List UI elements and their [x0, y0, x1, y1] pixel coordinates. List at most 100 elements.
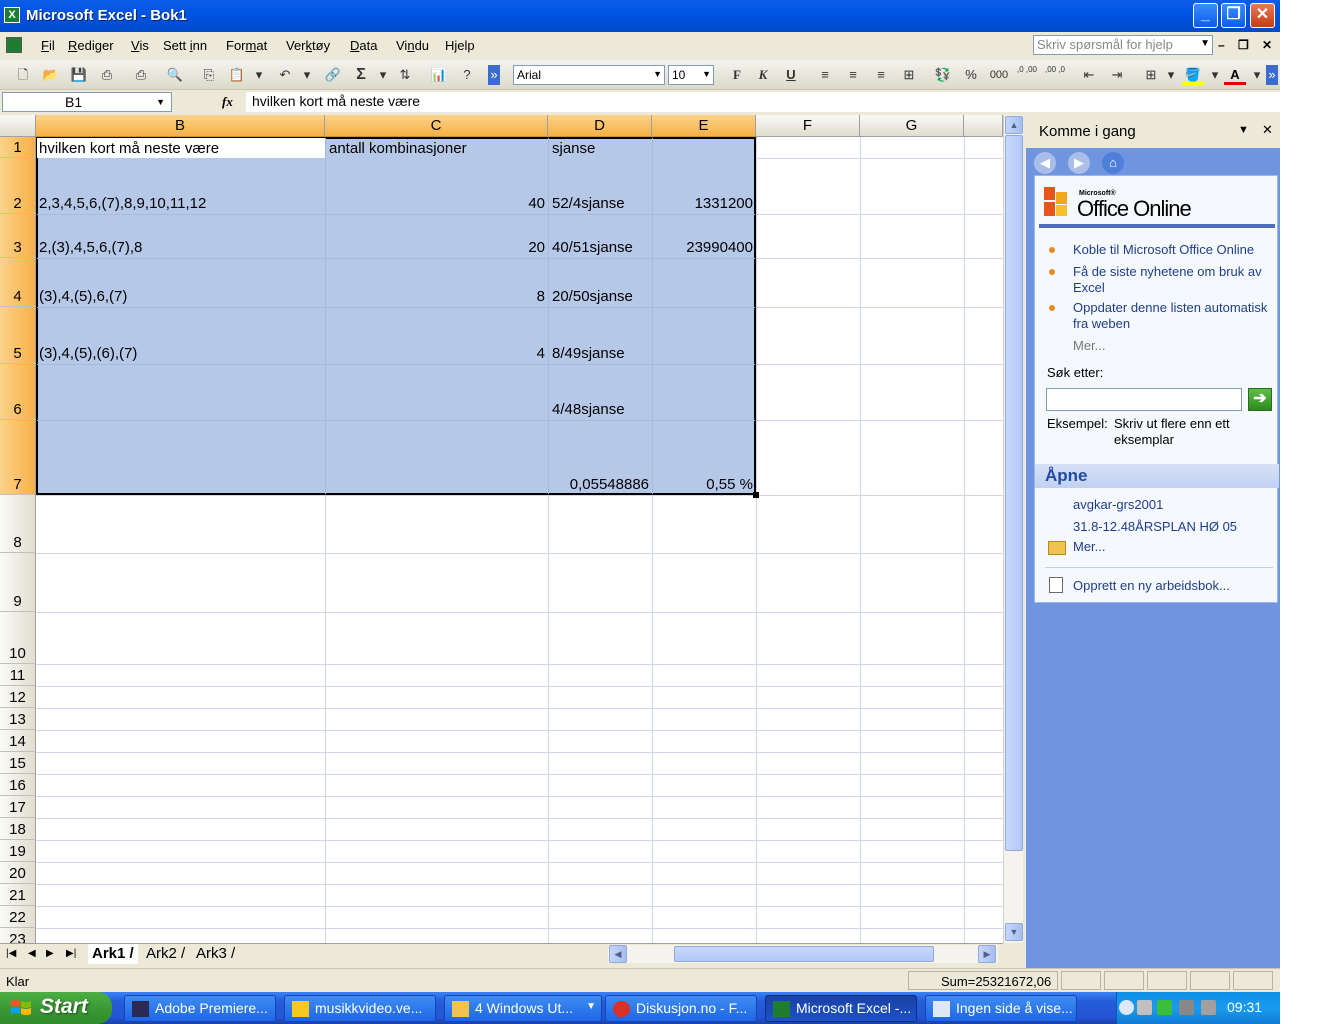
- thousands-button[interactable]: 000: [988, 65, 1010, 85]
- chevron-down-icon[interactable]: ▼: [586, 1001, 596, 1012]
- recent-file-2[interactable]: 31.8-12.48ÅRSPLAN HØ 05: [1073, 519, 1273, 535]
- menu-vindu[interactable]: Vindu: [396, 38, 429, 53]
- row-header[interactable]: 5: [0, 307, 36, 364]
- cell-d4[interactable]: 20/50sjanse: [552, 288, 633, 305]
- copy-icon[interactable]: ⎘: [198, 65, 220, 85]
- save-icon[interactable]: 💾: [68, 65, 90, 85]
- selection-range[interactable]: [36, 137, 756, 495]
- select-all-corner[interactable]: [0, 115, 36, 137]
- hyperlink-icon[interactable]: 🔗: [322, 65, 344, 85]
- row-header[interactable]: 17: [0, 796, 36, 818]
- column-header-d[interactable]: D: [548, 115, 652, 137]
- cell-d2[interactable]: 52/4sjanse: [552, 195, 625, 212]
- scroll-left-icon[interactable]: ◀: [609, 945, 627, 963]
- row-header[interactable]: 3: [0, 214, 36, 258]
- row-header[interactable]: 12: [0, 686, 36, 708]
- formula-input[interactable]: hvilken kort må neste være: [246, 92, 1280, 112]
- task-musikkvideo[interactable]: musikkvideo.ve...: [284, 995, 436, 1022]
- open-icon[interactable]: 📂: [40, 65, 62, 85]
- row-header[interactable]: 22: [0, 906, 36, 928]
- workbook-icon[interactable]: [6, 37, 22, 53]
- row-header[interactable]: 13: [0, 708, 36, 730]
- format-toolbar-options-icon[interactable]: »: [1266, 65, 1278, 85]
- close-button[interactable]: ✕: [1250, 3, 1275, 28]
- column-header-h[interactable]: [964, 115, 1003, 137]
- permission-icon[interactable]: ⎙: [96, 65, 118, 85]
- menu-data[interactable]: Data: [350, 38, 377, 53]
- scroll-down-icon[interactable]: ▼: [1005, 923, 1023, 941]
- chevron-down-icon[interactable]: ▼: [702, 69, 711, 79]
- sort-icon[interactable]: ⇅: [394, 65, 416, 85]
- sheet-tab-ark1[interactable]: Ark1 /: [88, 944, 138, 964]
- print-icon[interactable]: ⎙: [130, 65, 152, 85]
- column-header-f[interactable]: F: [756, 115, 860, 137]
- percent-button[interactable]: %: [960, 65, 982, 85]
- first-sheet-icon[interactable]: |◀: [6, 948, 16, 959]
- row-header[interactable]: 16: [0, 774, 36, 796]
- row-header[interactable]: 19: [0, 840, 36, 862]
- home-icon[interactable]: ⌂: [1102, 152, 1124, 174]
- cell-b4[interactable]: (3),4,(5),6,(7): [39, 288, 127, 305]
- cell-b1[interactable]: hvilken kort må neste være: [39, 140, 219, 157]
- cell-e2[interactable]: 1331200: [656, 195, 753, 212]
- increase-indent-icon[interactable]: ⇥: [1106, 65, 1128, 85]
- autosum-icon[interactable]: Σ: [350, 65, 372, 85]
- task-microsoft-excel[interactable]: Microsoft Excel -...: [765, 995, 917, 1022]
- start-button[interactable]: Start: [0, 992, 112, 1024]
- next-sheet-icon[interactable]: ▶: [46, 948, 54, 959]
- chevron-down-icon[interactable]: ▼: [156, 97, 165, 107]
- row-header[interactable]: 8: [0, 495, 36, 553]
- help-question-box[interactable]: Skriv spørsmål for hjelp ▼: [1033, 35, 1213, 55]
- menu-fil[interactable]: Fil: [41, 38, 55, 53]
- print-preview-icon[interactable]: 🔍: [164, 65, 186, 85]
- row-header[interactable]: 18: [0, 818, 36, 840]
- menu-rediger[interactable]: Rediger: [68, 38, 114, 53]
- column-header-e[interactable]: E: [652, 115, 756, 137]
- font-size-selector[interactable]: 10 ▼: [668, 65, 714, 85]
- row-header[interactable]: 6: [0, 364, 36, 420]
- row-header[interactable]: 4: [0, 258, 36, 307]
- cell-d3[interactable]: 40/51sjanse: [552, 239, 633, 256]
- vertical-scrollbar[interactable]: ▲ ▼: [1003, 115, 1023, 943]
- scroll-right-icon[interactable]: ▶: [978, 945, 996, 963]
- chevron-down-icon[interactable]: ▼: [1200, 38, 1210, 49]
- workbook-restore-icon[interactable]: ❐: [1238, 38, 1249, 52]
- italic-button[interactable]: K: [752, 65, 774, 85]
- search-go-icon[interactable]: ➔: [1248, 388, 1272, 411]
- task-adobe-premiere[interactable]: Adobe Premiere...: [124, 995, 276, 1022]
- prev-sheet-icon[interactable]: ◀: [28, 948, 36, 959]
- row-header[interactable]: 14: [0, 730, 36, 752]
- vertical-scroll-thumb[interactable]: [1005, 135, 1023, 851]
- name-box[interactable]: B1 ▼: [2, 92, 172, 112]
- scroll-up-icon[interactable]: ▲: [1005, 116, 1023, 134]
- cell-d5[interactable]: 8/49sjanse: [552, 345, 625, 362]
- decrease-indent-icon[interactable]: ⇤: [1078, 65, 1100, 85]
- link-connect-office-online[interactable]: Koble til Microsoft Office Online: [1073, 242, 1273, 258]
- new-icon[interactable]: 🗋: [12, 65, 34, 85]
- back-icon[interactable]: ◀: [1034, 152, 1056, 174]
- task-diskusjon[interactable]: Diskusjon.no - F...: [605, 995, 757, 1022]
- fill-color-icon[interactable]: 🪣: [1182, 65, 1204, 85]
- row-header[interactable]: 11: [0, 664, 36, 686]
- cell-c2[interactable]: 40: [329, 195, 545, 212]
- menu-sett-inn[interactable]: Sett inn: [163, 38, 207, 53]
- sheet-tab-ark2[interactable]: Ark2 /: [142, 944, 189, 964]
- worksheet-grid[interactable]: B C D E F G 1 2 3 4 5 6 7 8 9 10 11 12 1…: [0, 115, 1003, 943]
- network-icon[interactable]: [1137, 1000, 1152, 1015]
- fill-handle[interactable]: [753, 492, 759, 498]
- underline-button[interactable]: U: [780, 65, 802, 85]
- increase-decimal-button[interactable]: ,0 ,00: [1016, 65, 1038, 85]
- align-center-icon[interactable]: ≡: [842, 65, 864, 85]
- row-header[interactable]: 21: [0, 884, 36, 906]
- column-header-c[interactable]: C: [325, 115, 548, 137]
- font-color-icon[interactable]: A: [1224, 65, 1246, 85]
- cell-d1[interactable]: sjanse: [552, 140, 595, 157]
- cell-b2[interactable]: 2,3,4,5,6,(7),8,9,10,11,12: [39, 195, 206, 212]
- row-header[interactable]: 15: [0, 752, 36, 774]
- paste-dropdown-icon[interactable]: ▾: [248, 65, 270, 85]
- font-selector[interactable]: Arial ▼: [513, 65, 665, 85]
- borders-dropdown-icon[interactable]: ▾: [1160, 65, 1182, 85]
- menu-hjelp[interactable]: Hjelp: [445, 38, 475, 53]
- menu-format[interactable]: Format: [226, 38, 267, 53]
- link-new-workbook[interactable]: Opprett en ny arbeidsbok...: [1073, 578, 1273, 594]
